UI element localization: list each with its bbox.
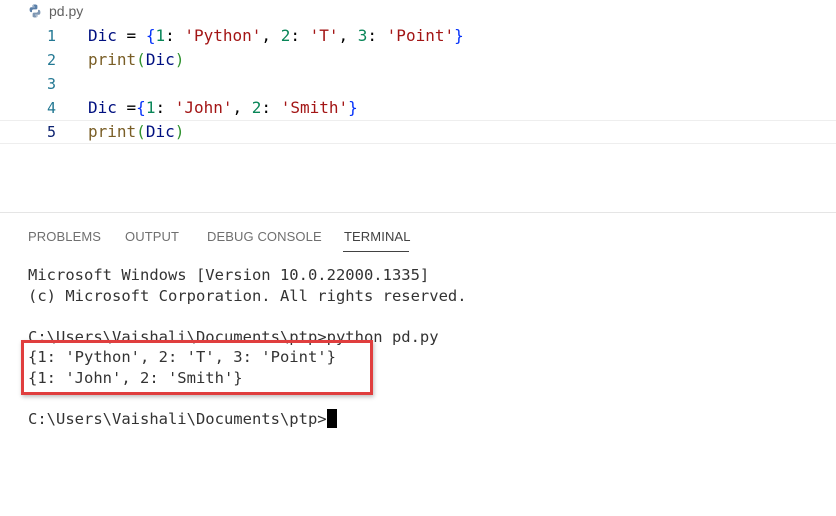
output-highlight-box <box>21 340 373 395</box>
file-name[interactable]: pd.py <box>49 3 83 19</box>
code-token: = <box>116 26 146 45</box>
file-header: pd.py <box>0 0 836 24</box>
tab-output[interactable]: OUTPUT <box>125 229 179 244</box>
code-token: 2 <box>280 26 291 45</box>
code-token: Dic <box>88 98 117 117</box>
line-code[interactable]: Dic = {1: 'Python', 2: 'T', 3: 'Point'} <box>88 24 464 48</box>
line-code[interactable]: print(Dic) <box>88 121 184 143</box>
code-token: print <box>88 122 137 141</box>
python-icon <box>29 4 41 18</box>
code-token: print <box>88 50 137 69</box>
code-token: 1 <box>155 26 166 45</box>
code-token: 'Point' <box>386 26 455 45</box>
code-token: , <box>261 26 281 45</box>
code-token: , <box>232 98 252 117</box>
line-number: 3 <box>46 75 56 93</box>
code-line[interactable]: 1 Dic = {1: 'Python', 2: 'T', 3: 'Point'} <box>0 24 836 48</box>
code-token: , <box>338 26 358 45</box>
code-token: ( <box>136 50 146 69</box>
code-line[interactable]: 3 <box>0 72 836 96</box>
code-token: Dic <box>88 26 117 45</box>
code-token: { <box>145 26 156 45</box>
line-number: 4 <box>46 99 56 117</box>
code-token: 'T' <box>309 26 339 45</box>
terminal-line: C:\Users\Vaishali\Documents\ptp> <box>28 408 828 430</box>
code-token: : <box>155 98 175 117</box>
code-token: { <box>136 98 146 117</box>
code-token: 3 <box>357 26 368 45</box>
code-token: 'Smith' <box>280 98 349 117</box>
code-token: : <box>290 26 310 45</box>
code-lines[interactable]: 1 Dic = {1: 'Python', 2: 'T', 3: 'Point'}… <box>0 24 836 144</box>
code-token: 1 <box>145 98 156 117</box>
code-token: 'John' <box>174 98 233 117</box>
line-number: 2 <box>46 51 56 69</box>
code-token: 2 <box>251 98 262 117</box>
code-line[interactable]: 2 print(Dic) <box>0 48 836 72</box>
active-tab-indicator <box>343 251 409 252</box>
code-token: ) <box>174 50 185 69</box>
panel-tab-bar: PROBLEMS OUTPUT DEBUG CONSOLE TERMINAL <box>0 213 836 257</box>
line-number: 1 <box>46 27 56 45</box>
code-token: : <box>261 98 281 117</box>
line-code[interactable]: Dic ={1: 'John', 2: 'Smith'} <box>88 96 358 120</box>
line-number: 5 <box>46 123 56 141</box>
code-token: } <box>348 98 358 117</box>
code-token: } <box>454 26 464 45</box>
code-token: = <box>116 98 137 117</box>
code-token: 'Python' <box>184 26 262 45</box>
code-line[interactable]: 5 print(Dic) <box>0 120 836 144</box>
code-token: Dic <box>145 50 175 69</box>
terminal-line: Microsoft Windows [Version 10.0.22000.13… <box>28 266 430 284</box>
code-token: Dic <box>145 122 175 141</box>
editor-area[interactable]: pd.py 1 Dic = {1: 'Python', 2: 'T', 3: 'P… <box>0 0 836 212</box>
terminal-line: (c) Microsoft Corporation. All rights re… <box>28 286 467 305</box>
tab-terminal[interactable]: TERMINAL <box>344 229 411 244</box>
code-token: : <box>367 26 387 45</box>
terminal-cursor <box>326 408 337 428</box>
code-token: : <box>165 26 185 45</box>
tab-debug-console[interactable]: DEBUG CONSOLE <box>207 229 322 244</box>
code-token: ) <box>174 122 185 141</box>
line-code[interactable]: print(Dic) <box>88 48 184 72</box>
code-line[interactable]: 4 Dic ={1: 'John', 2: 'Smith'} <box>0 96 836 120</box>
tab-problems[interactable]: PROBLEMS <box>28 229 101 244</box>
code-token: ( <box>136 122 146 141</box>
